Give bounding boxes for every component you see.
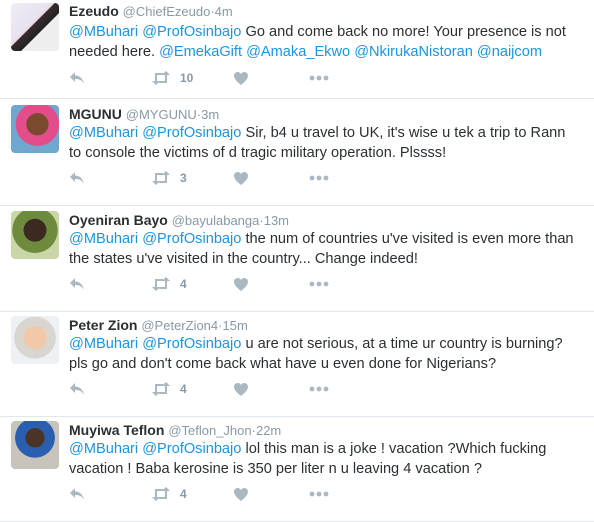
mention-link[interactable]: @MBuhari [69, 231, 138, 247]
timestamp[interactable]: 13m [264, 213, 289, 228]
retweet-button[interactable]: 4 [151, 274, 187, 294]
reply-icon [69, 487, 85, 501]
tweet-header: Ezeudo @ChiefEzeudo·4m [69, 2, 233, 21]
user-handle[interactable]: @Teflon_Jhon [168, 423, 251, 438]
mention-link[interactable]: @MBuhari [69, 441, 138, 457]
like-button[interactable] [233, 68, 249, 88]
avatar[interactable] [11, 316, 59, 364]
display-name[interactable]: MGUNU [69, 106, 122, 122]
mention-link[interactable]: @ProfOsinbajo [142, 336, 241, 352]
mention-link[interactable]: @MBuhari [69, 336, 138, 352]
reply-icon [69, 71, 85, 85]
timestamp[interactable]: 4m [215, 4, 233, 19]
tweet-text: @MBuhari @ProfOsinbajo lol this man is a… [69, 439, 579, 479]
tweet-text: @MBuhari @ProfOsinbajo u are not serious… [69, 334, 579, 374]
mention-link[interactable]: @MBuhari [69, 24, 138, 40]
more-dots-icon [309, 281, 329, 287]
reply-button[interactable] [69, 274, 85, 294]
mention-link[interactable]: @NkirukaNistoran [354, 44, 473, 60]
timestamp[interactable]: 15m [223, 318, 248, 333]
mention-link[interactable]: @ProfOsinbajo [142, 24, 241, 40]
tweet-header: Oyeniran Bayo @bayulabanga·13m [69, 211, 289, 230]
tweet-text: @MBuhari @ProfOsinbajo Sir, b4 u travel … [69, 123, 579, 163]
tweet-actions: 3 [69, 168, 369, 188]
tweet-header: Muyiwa Teflon @Teflon_Jhon·22m [69, 421, 281, 440]
display-name[interactable]: Peter Zion [69, 317, 137, 333]
more-button[interactable] [309, 274, 329, 294]
more-button[interactable] [309, 484, 329, 504]
tweet[interactable]: Ezeudo @ChiefEzeudo·4m @MBuhari @ProfOsin… [0, 0, 594, 99]
mention-link[interactable]: @MBuhari [69, 125, 138, 141]
like-heart-icon [233, 171, 249, 186]
tweet-text: @MBuhari @ProfOsinbajo the num of countr… [69, 229, 579, 269]
mention-link[interactable]: @EmekaGift [159, 44, 242, 60]
like-button[interactable] [233, 274, 249, 294]
avatar[interactable] [11, 105, 59, 153]
like-heart-icon [233, 277, 249, 292]
reply-icon [69, 277, 85, 291]
more-button[interactable] [309, 379, 329, 399]
mention-link[interactable]: @ProfOsinbajo [142, 125, 241, 141]
mention-link[interactable]: @ProfOsinbajo [142, 441, 241, 457]
more-button[interactable] [309, 68, 329, 88]
tweet[interactable]: Muyiwa Teflon @Teflon_Jhon·22m @MBuhari @… [0, 418, 594, 522]
retweet-count: 4 [180, 382, 187, 396]
like-button[interactable] [233, 168, 249, 188]
reply-button[interactable] [69, 68, 85, 88]
user-handle[interactable]: @ChiefEzeudo [123, 4, 211, 19]
display-name[interactable]: Muyiwa Teflon [69, 422, 164, 438]
retweet-count: 4 [180, 487, 187, 501]
tweet-actions: 4 [69, 274, 369, 294]
avatar[interactable] [11, 3, 59, 51]
retweet-count: 10 [180, 71, 194, 85]
user-handle[interactable]: @MYGUNU [126, 107, 197, 122]
user-handle[interactable]: @bayulabanga [172, 213, 260, 228]
reply-button[interactable] [69, 168, 85, 188]
retweet-count: 4 [180, 277, 187, 291]
tweet-header: Peter Zion @PeterZion4·15m [69, 316, 248, 335]
mention-link[interactable]: @ProfOsinbajo [142, 231, 241, 247]
timestamp[interactable]: 3m [201, 107, 219, 122]
tweet-actions: 10 [69, 68, 369, 88]
like-heart-icon [233, 487, 249, 502]
like-button[interactable] [233, 379, 249, 399]
display-name[interactable]: Ezeudo [69, 3, 119, 19]
avatar[interactable] [11, 211, 59, 259]
tweet[interactable]: MGUNU @MYGUNU·3m @MBuhari @ProfOsinbajo S… [0, 102, 594, 206]
tweet-text: @MBuhari @ProfOsinbajo Go and come back … [69, 22, 579, 62]
tweet-actions: 4 [69, 484, 369, 504]
user-handle[interactable]: @PeterZion4 [141, 318, 218, 333]
retweet-button[interactable]: 4 [151, 484, 187, 504]
like-heart-icon [233, 382, 249, 397]
retweet-icon [151, 487, 171, 501]
retweet-icon [151, 171, 171, 185]
more-dots-icon [309, 386, 329, 392]
retweet-count: 3 [180, 171, 187, 185]
reply-button[interactable] [69, 379, 85, 399]
more-dots-icon [309, 75, 329, 81]
retweet-button[interactable]: 3 [151, 168, 187, 188]
reply-icon [69, 382, 85, 396]
more-dots-icon [309, 175, 329, 181]
timestamp[interactable]: 22m [256, 423, 281, 438]
mention-link[interactable]: @naijcom [477, 44, 542, 60]
retweet-button[interactable]: 10 [151, 68, 193, 88]
tweet-header: MGUNU @MYGUNU·3m [69, 105, 219, 124]
mention-link[interactable]: @Amaka_Ekwo [246, 44, 350, 60]
tweet[interactable]: Oyeniran Bayo @bayulabanga·13m @MBuhari @… [0, 208, 594, 312]
tweet-actions: 4 [69, 379, 369, 399]
like-heart-icon [233, 71, 249, 86]
retweet-icon [151, 277, 171, 291]
like-button[interactable] [233, 484, 249, 504]
reply-button[interactable] [69, 484, 85, 504]
retweet-icon [151, 382, 171, 396]
avatar[interactable] [11, 421, 59, 469]
retweet-icon [151, 71, 171, 85]
retweet-button[interactable]: 4 [151, 379, 187, 399]
tweet[interactable]: Peter Zion @PeterZion4·15m @MBuhari @Prof… [0, 313, 594, 417]
more-dots-icon [309, 491, 329, 497]
display-name[interactable]: Oyeniran Bayo [69, 212, 168, 228]
more-button[interactable] [309, 168, 329, 188]
reply-icon [69, 171, 85, 185]
